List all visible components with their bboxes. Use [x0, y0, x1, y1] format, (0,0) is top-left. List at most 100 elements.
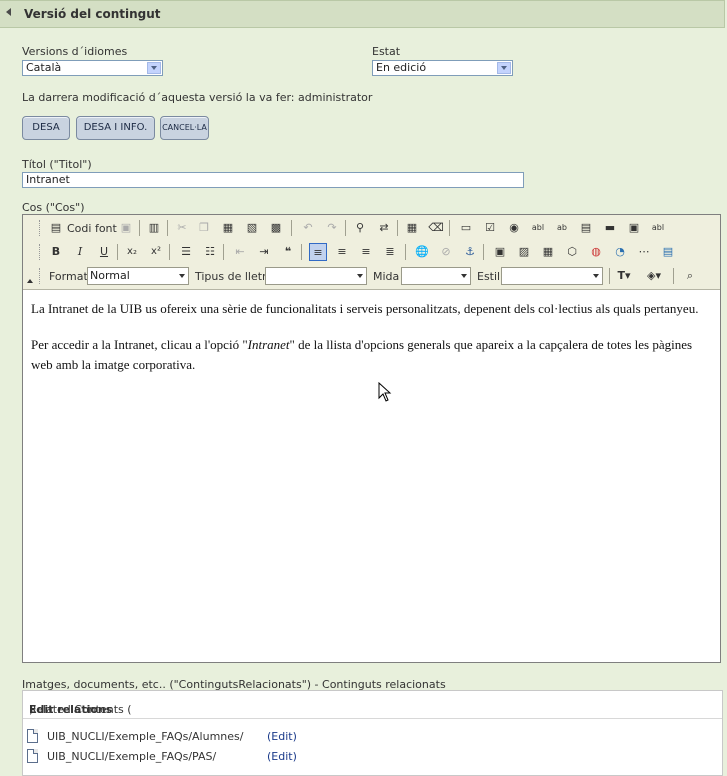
- anchor-icon[interactable]: ⚓: [461, 243, 479, 261]
- state-label: Estat: [372, 45, 401, 58]
- blockquote-icon[interactable]: ❝: [279, 243, 297, 261]
- document-icon: [27, 729, 38, 743]
- edit-relations-link[interactable]: Edit relations: [29, 703, 112, 716]
- text-field-icon[interactable]: abl: [529, 219, 547, 237]
- font-select[interactable]: [265, 267, 367, 285]
- remove-format-icon[interactable]: ⌫: [427, 219, 445, 237]
- align-center-icon[interactable]: ≡: [333, 243, 351, 261]
- document-icon: [27, 749, 38, 763]
- body-label: Cos ("Cos"): [22, 201, 85, 214]
- paste-icon[interactable]: ▦: [219, 219, 237, 237]
- link-icon[interactable]: 🌐: [413, 243, 431, 261]
- text-color-icon[interactable]: T▾: [615, 267, 633, 285]
- format-select-value: Normal: [90, 269, 130, 282]
- size-label: Mida: [373, 270, 400, 283]
- source-code-icon[interactable]: ▤: [47, 219, 65, 237]
- button-field-icon[interactable]: ▬: [601, 219, 619, 237]
- edit-link[interactable]: (Edit): [267, 730, 297, 743]
- checkbox-icon[interactable]: ☑: [481, 219, 499, 237]
- paste-word-icon[interactable]: ▩: [267, 219, 285, 237]
- indent-icon[interactable]: ⇥: [255, 243, 273, 261]
- toolbar-row-3: Format Normal Tipus de lletra Mida Estil…: [39, 265, 713, 287]
- page-break-icon[interactable]: ⋯: [635, 243, 653, 261]
- content-paragraph-2: Per accedir a la Intranet, clicau a l'op…: [31, 337, 693, 372]
- chevron-down-icon[interactable]: [179, 274, 185, 278]
- maximize-icon[interactable]: ⌕: [681, 267, 699, 285]
- select-field-icon[interactable]: ▤: [577, 219, 595, 237]
- toolbar-grip[interactable]: [39, 220, 43, 236]
- related-contents-box: Related Contents (Edit relations) UIB_NU…: [22, 690, 723, 776]
- horizontal-rule-icon[interactable]: ⬡: [563, 243, 581, 261]
- title-input[interactable]: Intranet: [22, 172, 524, 188]
- cancel-button[interactable]: CANCEL·LA: [160, 116, 209, 140]
- outdent-icon[interactable]: ⇤: [231, 243, 249, 261]
- show-blocks-icon[interactable]: ▤: [659, 243, 677, 261]
- style-select[interactable]: [501, 267, 603, 285]
- copy-icon[interactable]: ❐: [195, 219, 213, 237]
- bullet-list-icon[interactable]: ☷: [201, 243, 219, 261]
- save-doc-icon[interactable]: ▣: [117, 219, 135, 237]
- language-label: Versions d´idiomes: [22, 45, 128, 58]
- radio-icon[interactable]: ◉: [505, 219, 523, 237]
- toolbar-collapse-icon[interactable]: [27, 279, 33, 283]
- chevron-down-icon[interactable]: [593, 274, 599, 278]
- subscript-icon[interactable]: x₂: [123, 243, 141, 261]
- source-code-button[interactable]: Codi font: [67, 222, 117, 235]
- replace-icon[interactable]: ⇄: [375, 219, 393, 237]
- chevron-down-icon[interactable]: [357, 274, 363, 278]
- align-right-icon[interactable]: ≡: [357, 243, 375, 261]
- bold-icon[interactable]: B: [47, 243, 65, 261]
- chevron-down-icon[interactable]: [497, 62, 511, 74]
- toolbar-row-2: B I U x₂ x² ☰ ☷ ⇤ ⇥ ❝ ≡ ≡ ≡ ≣ 🌐 ⊘ ⚓ ▣ ▨ …: [39, 241, 713, 263]
- superscript-icon[interactable]: x²: [147, 243, 165, 261]
- title-label: Títol ("Titol"): [22, 158, 92, 171]
- size-select[interactable]: [401, 267, 471, 285]
- rich-text-editor: ▤ Codi font ▣ ▥ ✂ ❐ ▦ ▧ ▩ ↶ ↷ ⚲ ⇄ ▦ ⌫ ▭ …: [22, 214, 721, 663]
- chevron-down-icon[interactable]: [147, 62, 161, 74]
- content-italic: Intranet: [247, 337, 290, 352]
- image-icon[interactable]: ▣: [491, 243, 509, 261]
- special-char-icon[interactable]: ◔: [611, 243, 629, 261]
- state-select[interactable]: En edició: [372, 60, 513, 76]
- undo-icon[interactable]: ↶: [299, 219, 317, 237]
- textarea-icon[interactable]: ab: [553, 219, 571, 237]
- font-label: Tipus de lletra: [195, 270, 274, 283]
- toolbar-grip[interactable]: [39, 268, 43, 284]
- preview-icon[interactable]: ▥: [145, 219, 163, 237]
- unlink-icon[interactable]: ⊘: [437, 243, 455, 261]
- state-select-value: En edició: [376, 61, 427, 74]
- hidden-field-icon[interactable]: abl: [649, 219, 667, 237]
- underline-icon[interactable]: U: [95, 243, 113, 261]
- paste-text-icon[interactable]: ▧: [243, 219, 261, 237]
- cut-icon[interactable]: ✂: [173, 219, 191, 237]
- numbered-list-icon[interactable]: ☰: [177, 243, 195, 261]
- related-header: Related Contents (Edit relations): [23, 691, 722, 719]
- italic-icon[interactable]: I: [71, 243, 89, 261]
- bg-color-icon[interactable]: ◈▾: [645, 267, 663, 285]
- content-paragraph-1: La Intranet de la UIB us ofereix una sèr…: [31, 301, 699, 316]
- panel-header[interactable]: Versió del contingut: [0, 0, 725, 28]
- flash-icon[interactable]: ▨: [515, 243, 533, 261]
- style-label: Estil: [477, 270, 501, 283]
- save-button[interactable]: DESA: [22, 116, 70, 140]
- last-modified-text: La darrera modificació d´aquesta versió …: [22, 91, 373, 104]
- justify-icon[interactable]: ≣: [381, 243, 399, 261]
- chevron-down-icon[interactable]: [461, 274, 467, 278]
- redo-icon[interactable]: ↷: [323, 219, 341, 237]
- language-select[interactable]: Català: [22, 60, 163, 76]
- select-all-icon[interactable]: ▦: [403, 219, 421, 237]
- smiley-icon[interactable]: ◍: [587, 243, 605, 261]
- toolbar-row-1: ▤ Codi font ▣ ▥ ✂ ❐ ▦ ▧ ▩ ↶ ↷ ⚲ ⇄ ▦ ⌫ ▭ …: [39, 217, 713, 239]
- form-icon[interactable]: ▭: [457, 219, 475, 237]
- image-button-icon[interactable]: ▣: [625, 219, 643, 237]
- save-info-button[interactable]: DESA I INFO.: [76, 116, 155, 140]
- related-item-path: UIB_NUCLI/Exemple_FAQs/PAS/: [47, 750, 217, 763]
- editor-content[interactable]: La Intranet de la UIB us ofereix una sèr…: [31, 299, 711, 391]
- align-left-icon[interactable]: ≡: [309, 243, 327, 261]
- table-icon[interactable]: ▦: [539, 243, 557, 261]
- format-select[interactable]: Normal: [87, 267, 189, 285]
- collapse-arrow-icon[interactable]: [6, 8, 11, 16]
- edit-link[interactable]: (Edit): [267, 750, 297, 763]
- find-icon[interactable]: ⚲: [351, 219, 369, 237]
- toolbar-grip[interactable]: [39, 244, 43, 260]
